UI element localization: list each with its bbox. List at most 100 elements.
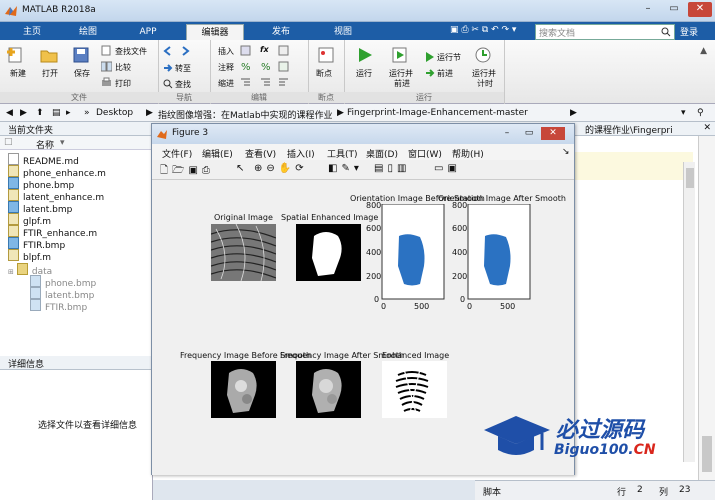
y-tick-0-a: 0 bbox=[374, 295, 380, 304]
svg-text:%: % bbox=[261, 62, 271, 72]
compare-button[interactable]: 比较 bbox=[115, 62, 131, 73]
collapse-toolstrip-icon[interactable]: ▲ bbox=[700, 46, 707, 56]
list-item[interactable]: FTIR.bmp bbox=[30, 299, 87, 313]
right-scrollbar[interactable] bbox=[698, 136, 715, 480]
fx-button[interactable]: fx bbox=[260, 45, 269, 54]
breakpoints-button[interactable]: 断点 bbox=[316, 68, 332, 79]
address-search-icon[interactable]: ⚲ bbox=[697, 108, 704, 118]
zoom-pan-icons[interactable]: ⊕⊖✋⟳ bbox=[254, 163, 308, 174]
y-tick-800-a: 800 bbox=[366, 201, 382, 210]
breadcrumb-folder[interactable]: Fingerprint-Image-Enhancement-master bbox=[347, 108, 528, 118]
figure-close-button[interactable]: ✕ bbox=[541, 127, 565, 140]
editor-scrollbar[interactable] bbox=[683, 162, 695, 462]
comment-button[interactable]: 注释 bbox=[218, 62, 234, 73]
browse-folder-icon[interactable]: ▤ bbox=[52, 108, 61, 118]
pointer-icon[interactable]: ↖ bbox=[236, 163, 244, 174]
current-folder-header: 当前文件夹 bbox=[0, 122, 153, 136]
tab-publish[interactable]: 发布 bbox=[256, 24, 306, 40]
figure-title: Figure 3 bbox=[172, 128, 209, 138]
watermark-url-suffix: CN bbox=[633, 442, 656, 458]
find-icon bbox=[163, 79, 173, 89]
menu-tools[interactable]: 工具(T) bbox=[327, 147, 358, 160]
figure-minimize-button[interactable]: – bbox=[497, 127, 517, 140]
sort-down-icon[interactable]: ▾ bbox=[60, 138, 65, 148]
minimize-button[interactable]: – bbox=[636, 2, 660, 17]
goto-button[interactable]: 转至 bbox=[175, 63, 191, 74]
menu-window[interactable]: 窗口(W) bbox=[408, 147, 442, 160]
watermark-cn-text: 必过源码 bbox=[556, 418, 645, 443]
indent-button[interactable]: 缩进 bbox=[218, 78, 234, 89]
find-files-button[interactable]: 查找文件 bbox=[115, 46, 147, 57]
close-button[interactable]: ✕ bbox=[688, 2, 712, 17]
link-insert-icons[interactable]: ▤▯▥ bbox=[374, 163, 410, 174]
datacursor-brush-icons[interactable]: ◧✎▾ bbox=[328, 163, 363, 174]
run-section-button[interactable]: 运行节 bbox=[437, 52, 461, 63]
edit-section-caption: 编辑 bbox=[210, 92, 308, 103]
orientation-before-plot bbox=[381, 204, 445, 300]
menu-view[interactable]: 查看(V) bbox=[245, 147, 276, 160]
root-icon[interactable]: ▸ bbox=[66, 108, 71, 118]
run-button[interactable]: 运行 bbox=[356, 68, 372, 79]
search-documentation[interactable]: 搜索文档 bbox=[535, 24, 675, 40]
print-button[interactable]: 打印 bbox=[115, 78, 131, 89]
maximize-button[interactable]: ▭ bbox=[662, 2, 686, 17]
navigate-section: 转至 查找 导航 bbox=[158, 40, 211, 104]
status-row-label: 行 bbox=[617, 488, 627, 498]
current-folder-panel: 当前文件夹 □ 名称 ▾ README.md phone_enhance.m p… bbox=[0, 122, 153, 356]
y-tick-400-a: 400 bbox=[366, 248, 382, 257]
run-time-label-2[interactable]: 计时 bbox=[477, 78, 493, 89]
status-col: 23 bbox=[679, 485, 691, 495]
window-title: MATLAB R2018a bbox=[22, 5, 96, 15]
function-icon bbox=[278, 45, 289, 56]
list-item[interactable]: blpf.m bbox=[8, 249, 51, 263]
toolstrip-tabs: 主页 绘图 APP 编辑器 发布 视图 ▣ ⎙ ✂ ⧉ ↶ ↷ ▾ 搜索文档 登… bbox=[0, 22, 715, 41]
quick-access-icons[interactable]: ▣ ⎙ ✂ ⧉ ↶ ↷ ▾ bbox=[450, 25, 516, 35]
breakpoints-section: 断点 断点 bbox=[308, 40, 345, 104]
new-button[interactable]: 新建 bbox=[10, 68, 26, 79]
tab-editor[interactable]: 编辑器 bbox=[186, 24, 244, 41]
find-button[interactable]: 查找 bbox=[175, 79, 191, 90]
breakpoints-icon bbox=[318, 47, 334, 63]
figure-toolbar-file-icons[interactable]: 🗋🗁▣⎙ bbox=[160, 163, 214, 180]
menu-insert[interactable]: 插入(I) bbox=[287, 147, 315, 160]
matlab-logo-icon bbox=[5, 6, 17, 16]
menu-help[interactable]: 帮助(H) bbox=[452, 147, 484, 160]
run-advance-label-2[interactable]: 前进 bbox=[394, 78, 410, 89]
scrollbar-thumb[interactable] bbox=[686, 168, 694, 188]
open-button[interactable]: 打开 bbox=[42, 68, 58, 79]
tab-home[interactable]: 主页 bbox=[10, 24, 54, 40]
figure-titlebar: Figure 3 – ▭ ✕ bbox=[152, 124, 574, 144]
tab-plots[interactable]: 绘图 bbox=[64, 24, 112, 40]
plottools-icons[interactable]: ▭▣ bbox=[434, 163, 461, 174]
enhanced-image bbox=[382, 361, 447, 418]
tab-apps[interactable]: APP bbox=[124, 24, 172, 40]
back-arrow-icon bbox=[163, 46, 171, 56]
save-button[interactable]: 保存 bbox=[74, 68, 90, 79]
figure-maximize-button[interactable]: ▭ bbox=[519, 127, 539, 140]
advance-icon bbox=[426, 69, 435, 77]
column-name[interactable]: 名称 bbox=[36, 138, 54, 151]
new-file-icon bbox=[7, 47, 22, 63]
open-folder-icon bbox=[40, 50, 58, 63]
advance-button[interactable]: 前进 bbox=[437, 68, 453, 79]
svg-text:%: % bbox=[241, 62, 251, 72]
y-tick-800-b: 800 bbox=[452, 201, 468, 210]
breadcrumb-desktop[interactable]: Desktop bbox=[96, 108, 133, 118]
editor-close-icon[interactable]: ✕ bbox=[703, 123, 711, 133]
breadcrumb-course[interactable]: 指纹图像增强：在Matlab中实现的课程作业 bbox=[158, 108, 333, 121]
back-nav-icon[interactable]: ◀ bbox=[6, 108, 13, 118]
address-dropdown-icon[interactable]: ▾ bbox=[681, 108, 686, 118]
folder-up-icon[interactable]: ⬆ bbox=[36, 108, 44, 118]
forward-nav-icon[interactable]: ▶ bbox=[20, 108, 27, 118]
right-scrollbar-thumb[interactable] bbox=[702, 436, 712, 472]
menu-desktop[interactable]: 桌面(D) bbox=[366, 147, 398, 160]
expand-arrow-icon[interactable]: ⊞ bbox=[8, 268, 14, 276]
menu-file[interactable]: 文件(F) bbox=[162, 147, 192, 160]
menu-edit[interactable]: 编辑(E) bbox=[202, 147, 233, 160]
breadcrumb-sep: ▶ bbox=[146, 108, 153, 118]
tab-view[interactable]: 视图 bbox=[318, 24, 368, 40]
menu-dock-icon[interactable]: ↘ bbox=[562, 147, 570, 157]
login-link[interactable]: 登录 bbox=[680, 25, 698, 38]
insert-button[interactable]: 插入 bbox=[218, 46, 234, 57]
column-header-row: □ 名称 ▾ bbox=[0, 136, 153, 151]
